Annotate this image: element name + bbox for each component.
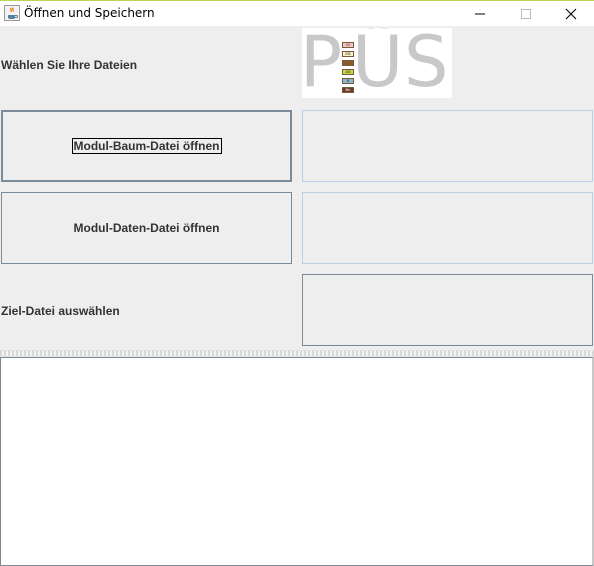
logo-chip: AB <box>342 69 354 75</box>
title-bar[interactable]: Öffnen und Speichern <box>0 0 594 26</box>
module-data-file-display <box>302 192 593 264</box>
open-module-data-file-label: Modul-Daten-Datei öffnen <box>73 221 220 235</box>
maximize-button[interactable] <box>503 1 549 27</box>
dialog-content: Wählen Sie Ihre Dateien P Ü S M EB AB B … <box>0 26 594 566</box>
logo-chip: Be <box>342 87 354 93</box>
split-pane-divider[interactable] <box>0 350 594 357</box>
minimize-icon <box>475 13 485 15</box>
choose-files-label: Wählen Sie Ihre Dateien <box>1 58 138 72</box>
logo-chip: EB <box>342 51 354 57</box>
pues-logo: P Ü S M EB AB B Be <box>302 28 452 98</box>
open-module-tree-file-label: Modul-Baum-Datei öffnen <box>71 138 222 154</box>
dialog-window: Öffnen und Speichern Wählen Sie Ihre Dat… <box>0 0 594 566</box>
logo-chip: B <box>342 78 354 84</box>
maximize-icon <box>521 9 531 19</box>
output-text-area[interactable] <box>0 357 594 566</box>
logo-chip: M <box>342 42 354 48</box>
logo-chip <box>342 60 354 66</box>
select-target-file-label: Ziel-Datei auswählen <box>1 304 120 318</box>
open-module-data-file-button[interactable]: Modul-Daten-Datei öffnen <box>1 192 292 264</box>
close-icon <box>565 8 577 20</box>
window-title: Öffnen und Speichern <box>24 6 155 20</box>
open-module-tree-file-button[interactable]: Modul-Baum-Datei öffnen <box>1 110 292 182</box>
java-coffee-cup-icon <box>4 5 20 21</box>
minimize-button[interactable] <box>457 1 503 27</box>
close-button[interactable] <box>548 1 594 27</box>
module-tree-file-display <box>302 110 593 182</box>
select-target-file-button[interactable] <box>302 274 593 346</box>
